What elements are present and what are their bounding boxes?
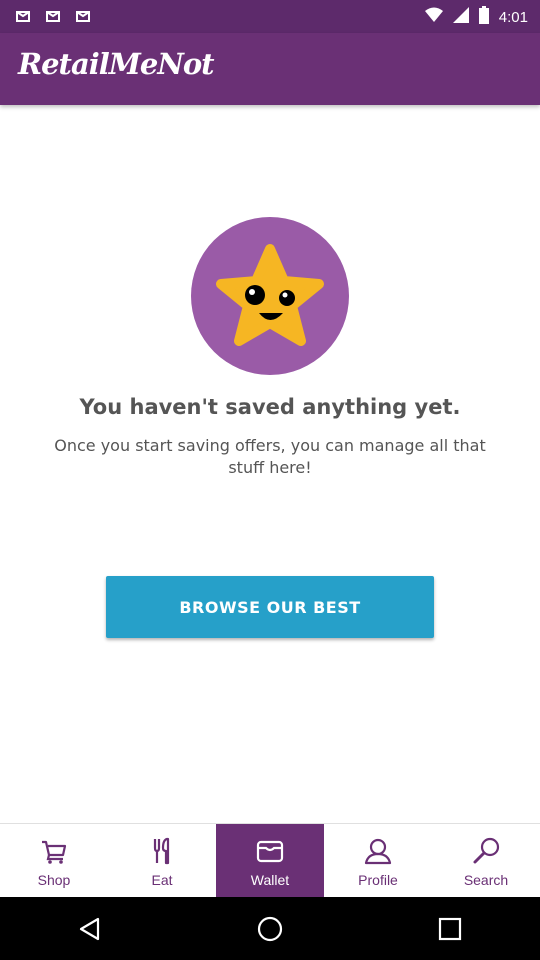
app-notification-icon [44,7,62,25]
nav-item-eat[interactable]: Eat [108,824,216,898]
smiling-star-icon [216,244,324,346]
wallet-icon [256,840,284,863]
fork-knife-icon [153,837,170,865]
recents-button[interactable] [430,909,470,949]
app-notification-icon [14,7,32,25]
battery-icon [478,6,489,28]
nav-label: Shop [37,872,71,888]
browse-our-best-button[interactable]: BROWSE OUR BEST [106,576,434,638]
nav-item-search[interactable]: Search [432,824,540,898]
app-notification-icon [74,7,92,25]
nav-label: Search [463,872,509,888]
nav-item-shop[interactable]: Shop [0,824,108,898]
wifi-icon [424,7,443,27]
home-button[interactable] [250,909,290,949]
bottom-nav: Shop Eat Wallet Profile Search [0,823,540,898]
home-circle-icon [257,916,283,941]
empty-state-subtitle: Once you start saving offers, you can ma… [54,436,486,477]
cart-icon [42,840,67,864]
nav-item-profile[interactable]: Profile [324,824,432,898]
nav-item-wallet[interactable]: Wallet [216,824,324,898]
back-triangle-icon [79,917,100,940]
app-bar: RetailMeNot [0,33,540,105]
status-indicators: 4:01 [424,6,528,28]
status-bar: 4:01 [0,0,540,33]
nav-label: Profile [358,872,398,888]
person-icon [364,838,392,865]
nav-label: Eat [151,872,173,888]
notification-icons [14,7,92,25]
brand-logo: RetailMeNot [18,47,215,81]
system-nav-bar [0,897,540,960]
search-icon [473,837,500,864]
empty-state-title: You haven't saved anything yet. [79,395,461,419]
star-mascot-illustration [191,217,349,375]
nav-label: Wallet [250,872,290,888]
signal-icon [452,7,469,27]
recents-square-icon [438,917,462,940]
back-button[interactable] [70,909,110,949]
clock: 4:01 [498,8,528,26]
